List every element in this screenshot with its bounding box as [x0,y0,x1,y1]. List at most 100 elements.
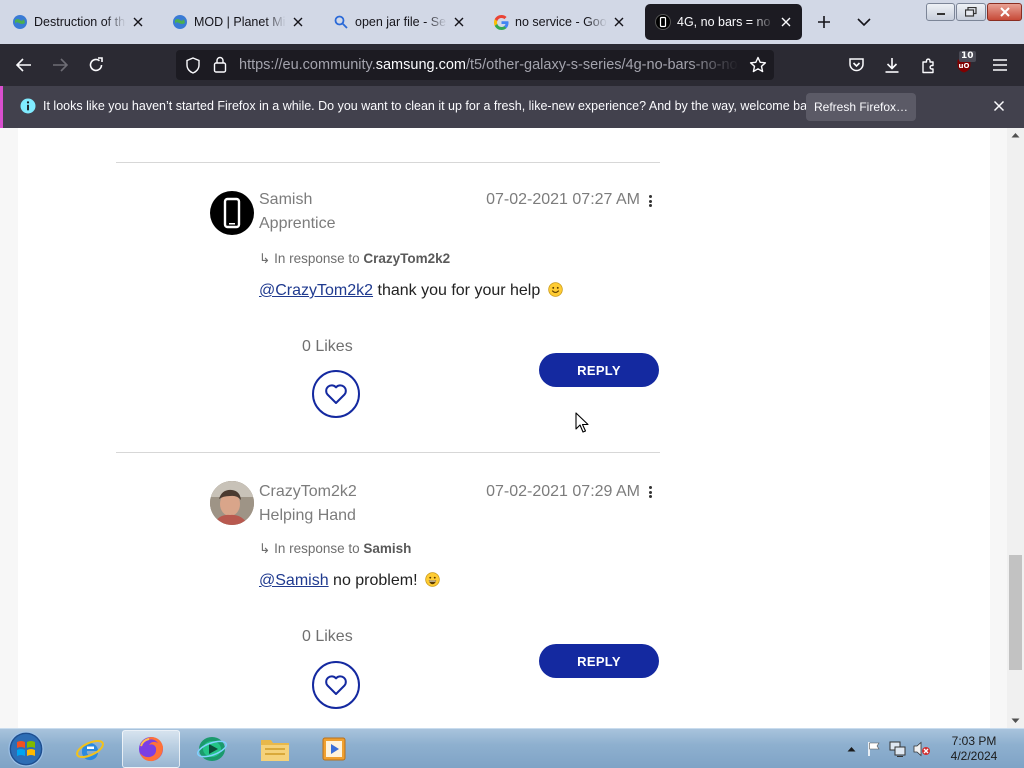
reload-button[interactable] [81,51,111,79]
address-bar[interactable]: https://eu.community.samsung.com/t5/othe… [176,50,774,80]
url-path: /t5/other-galaxy-s-series/4g-no-bars-no-… [466,57,739,73]
media-app-icon[interactable] [184,730,242,768]
downloads-icon[interactable] [877,51,907,79]
close-icon[interactable] [290,14,306,30]
grin-emoji-icon [425,572,440,587]
back-button[interactable] [9,51,39,79]
close-icon[interactable] [778,14,794,30]
mouse-cursor-icon [575,412,589,439]
in-response-line: ↳ In response to Samish [259,541,411,557]
author-name[interactable]: Samish [259,191,312,209]
reply-arrow-icon: ↳ [259,251,271,266]
extension-badge: 10 [959,51,976,62]
tracking-protection-icon[interactable] [185,57,201,79]
close-icon[interactable] [611,14,627,30]
in-response-label: In response to [274,541,360,556]
menu-icon[interactable] [985,51,1015,79]
file-explorer-icon[interactable] [246,730,304,768]
mention-link[interactable]: @Samish [259,572,329,589]
tab-title: 4G, no bars = no notifications [677,15,774,29]
reply-button[interactable]: REPLY [539,644,659,678]
author-rank: Apprentice [259,215,336,232]
post-body: @Samish no problem! [259,572,440,590]
clock-date: 4/2/2024 [950,749,998,763]
globe-icon [172,14,188,30]
scrollbar-thumb[interactable] [1009,555,1022,670]
samsung-icon [655,14,671,30]
tab-no-service[interactable]: no service - Google Search [483,4,635,40]
windows-taskbar: 7:03 PM 4/2/2024 [0,728,1024,768]
google-icon [493,14,509,30]
firefox-taskbar-icon[interactable] [122,730,180,768]
vertical-scrollbar[interactable] [1007,128,1024,728]
forward-button[interactable] [45,51,75,79]
post-options-icon[interactable] [645,192,655,210]
heart-icon [325,384,347,404]
notification-bar: It looks like you haven’t started Firefo… [0,86,1024,128]
scroll-up-icon[interactable] [1007,128,1024,142]
internet-explorer-icon[interactable] [61,730,119,768]
like-button[interactable] [312,370,360,418]
tab-open-jar-file[interactable]: open jar file - Search [323,4,475,40]
refresh-firefox-button[interactable]: Refresh Firefox… [806,93,916,121]
window-close-button[interactable] [987,3,1022,21]
scroll-down-icon[interactable] [1007,714,1024,728]
reply-button[interactable]: REPLY [539,353,659,387]
media-player-icon[interactable] [306,730,364,768]
in-response-user[interactable]: CrazyTom2k2 [363,251,450,266]
info-icon [20,98,36,119]
volume-muted-icon[interactable] [913,740,931,758]
post-divider [116,452,660,453]
tab-title: Destruction of the world [34,15,126,29]
post-body: @CrazyTom2k2 thank you for your help [259,282,563,300]
author-rank: Helping Hand [259,507,356,524]
post-text: thank you for your help [373,282,541,299]
tab-bar: Destruction of the world MOD | Planet Mi… [0,0,1024,44]
close-icon[interactable] [993,99,1005,117]
pocket-icon[interactable] [841,51,871,79]
url-domain: samsung.com [375,57,466,73]
lock-icon[interactable] [213,56,227,78]
in-response-user[interactable]: Samish [363,541,411,556]
minimize-button[interactable] [926,3,955,21]
search-icon [333,14,349,30]
network-icon[interactable] [889,740,907,758]
author-name[interactable]: CrazyTom2k2 [259,483,357,501]
clock-time: 7:03 PM [951,734,997,748]
post-date: 07-02-2021 07:27 AM [486,191,640,208]
avatar[interactable] [210,191,254,235]
tab-4g-no-bars[interactable]: 4G, no bars = no notifications [645,4,802,40]
new-tab-button[interactable] [810,8,838,36]
post-divider [116,162,660,163]
system-clock[interactable]: 7:03 PM 4/2/2024 [944,734,1004,764]
page-viewport: Samish Apprentice 07-02-2021 07:27 AM ↳ … [0,128,1024,728]
start-button[interactable] [6,730,46,768]
action-center-flag-icon[interactable] [865,740,883,758]
post-options-icon[interactable] [645,483,655,501]
svg-text:uO: uO [959,62,970,70]
thread-content [18,128,990,728]
close-icon[interactable] [130,14,146,30]
like-button[interactable] [312,661,360,709]
tab-destruction[interactable]: Destruction of the world [2,4,154,40]
tab-title: open jar file - Search [355,15,447,29]
tab-planet-minecraft[interactable]: MOD | Planet Minecraft [162,4,314,40]
list-all-tabs-button[interactable] [850,8,878,36]
reply-arrow-icon: ↳ [259,541,271,556]
likes-count: 0 Likes [302,628,353,645]
globe-icon [12,14,28,30]
notification-message: It looks like you haven’t started Firefo… [43,99,824,113]
restore-button[interactable] [956,3,986,21]
close-icon[interactable] [451,14,467,30]
mention-link[interactable]: @CrazyTom2k2 [259,282,373,299]
avatar[interactable] [210,481,254,525]
post-text: no problem! [328,572,418,589]
show-hidden-icons-icon[interactable] [842,740,860,758]
navigation-toolbar: https://eu.community.samsung.com/t5/othe… [0,44,1024,86]
heart-icon [325,675,347,695]
ublock-origin-icon[interactable]: uO 10 [949,51,979,79]
smiley-emoji-icon [547,282,563,297]
url-text[interactable]: https://eu.community.samsung.com/t5/othe… [239,57,739,73]
extensions-icon[interactable] [913,51,943,79]
bookmark-star-icon[interactable] [749,56,767,79]
